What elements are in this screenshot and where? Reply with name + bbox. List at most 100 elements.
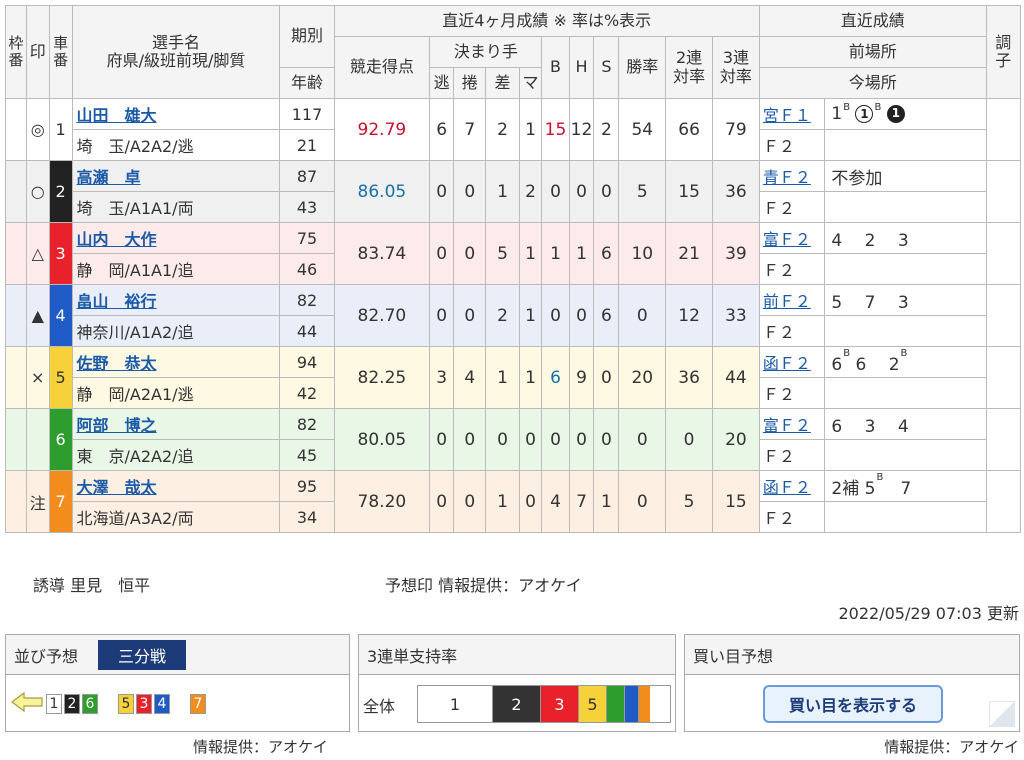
prev-venue-cell: 函Ｆ２ xyxy=(758,470,826,502)
line-prediction-box: 並び予想 三分戦 1265347 xyxy=(5,634,350,732)
recent-result-text: 5 7 3 xyxy=(831,292,909,313)
ren2-rate: 5 xyxy=(665,470,713,533)
prev-venue-link[interactable]: 富Ｆ２ xyxy=(763,230,811,249)
line-car-number: 1 xyxy=(46,694,62,714)
recent-result-2: 6 xyxy=(855,354,867,375)
recent-result-text: 1 xyxy=(831,104,843,124)
kimarite-k2: 0 xyxy=(453,222,487,285)
rider-rows: ◎ 1 山田 雄大 117 92.79 6 7 2 1 15 12 2 54 66 79 宮Ｆ１ 1B 1B 1… xyxy=(5,98,1022,533)
col-car: 車 番 xyxy=(48,5,73,99)
col-recent4: 直近4ヶ月成績 ※ 率は%表示 xyxy=(333,5,760,37)
prev-venue-link[interactable]: 函Ｆ２ xyxy=(763,478,811,497)
bet-prediction-title: 買い目予想 xyxy=(693,646,774,666)
support-segment xyxy=(624,686,638,722)
term-cell: 87 xyxy=(279,160,335,192)
support-segment: 3 xyxy=(540,686,578,722)
rider-name-link[interactable]: 大澤 哉太 xyxy=(77,478,157,497)
rider-name-cell: 阿部 博之 xyxy=(71,408,281,440)
mark-cell: ▲ xyxy=(25,284,50,347)
frame-cell xyxy=(5,222,27,285)
rider-name-link[interactable]: 高瀬 卓 xyxy=(77,168,141,187)
show-bets-button[interactable]: 買い目を表示する xyxy=(763,685,943,723)
ren2-rate: 36 xyxy=(665,346,713,409)
score-cell: 82.70 xyxy=(333,284,431,347)
kimarite-k3: 0 xyxy=(485,408,520,471)
page-curl-icon xyxy=(989,701,1015,727)
h-count: 7 xyxy=(568,470,595,533)
ren2-rate: 66 xyxy=(665,98,713,161)
kimarite-k3: 5 xyxy=(485,222,520,285)
col-recent: 直近成績 xyxy=(758,5,987,37)
this-venue-cell: Ｆ２ xyxy=(758,439,826,471)
s-count: 2 xyxy=(593,98,620,161)
rider-name-cell: 畠山 裕行 xyxy=(71,284,281,316)
ren3-rate: 79 xyxy=(711,98,760,161)
car-number: 3 xyxy=(48,222,73,285)
col-this-venue: 今場所 xyxy=(758,67,987,99)
this-venue-cell: Ｆ２ xyxy=(758,315,826,347)
recent-results: 4 2 3 xyxy=(824,222,987,254)
age-cell: 42 xyxy=(279,377,335,409)
recent-result-3: 2 xyxy=(888,354,900,375)
this-venue-cell: Ｆ２ xyxy=(758,253,826,285)
line-groups: 1265347 xyxy=(10,691,226,717)
s-count: 0 xyxy=(593,346,620,409)
this-venue-cell: Ｆ２ xyxy=(758,129,826,161)
s-count: 0 xyxy=(593,408,620,471)
rider-name-cell: 大澤 哉太 xyxy=(71,470,281,502)
rider-row: ◎ 1 山田 雄大 117 92.79 6 7 2 1 15 12 2 54 66 79 宮Ｆ１ 1B 1B 1 xyxy=(5,98,1022,161)
page: 枠 番 印 車 番 選手名 府県/級班前現/脚質 期別 直近4ヶ月成績 ※ 率は%… xyxy=(0,0,1024,760)
condition-cell xyxy=(985,470,1022,533)
line-car-number: 3 xyxy=(136,694,152,714)
prev-venue-link[interactable]: 前Ｆ２ xyxy=(763,292,811,311)
car-number: 5 xyxy=(48,346,73,409)
this-venue-results xyxy=(824,377,987,409)
kimarite-k3: 2 xyxy=(485,284,520,347)
rider-name-cell: 高瀬 卓 xyxy=(71,160,281,192)
support-rate-label: 全体 xyxy=(363,697,396,716)
prev-venue-link[interactable]: 函Ｆ２ xyxy=(763,354,811,373)
win-rate: 54 xyxy=(618,98,667,161)
col-h: H xyxy=(568,36,595,99)
line-car-number: 2 xyxy=(64,694,80,714)
kimarite-k1: 6 xyxy=(429,98,455,161)
kimarite-k1: 0 xyxy=(429,160,455,223)
kimarite-k2: 0 xyxy=(453,284,487,347)
age-cell: 44 xyxy=(279,315,335,347)
this-venue-cell: Ｆ２ xyxy=(758,501,826,533)
prev-venue-link[interactable]: 宮Ｆ１ xyxy=(763,106,811,125)
age-cell: 21 xyxy=(279,129,335,161)
age-cell: 43 xyxy=(279,191,335,223)
line-group: 534 xyxy=(118,694,170,714)
rider-name-link[interactable]: 阿部 博之 xyxy=(77,416,157,435)
b-count: 0 xyxy=(541,284,570,347)
rider-name-link[interactable]: 山内 大作 xyxy=(77,230,157,249)
ren2-rate: 12 xyxy=(665,284,713,347)
col-ren2: 2連 対率 xyxy=(665,36,713,99)
prev-venue-link[interactable]: 富Ｆ２ xyxy=(763,416,811,435)
kimarite-k4: 1 xyxy=(518,222,543,285)
col-prev-venue: 前場所 xyxy=(758,36,987,68)
this-venue-results xyxy=(824,315,987,347)
rider-name-link[interactable]: 畠山 裕行 xyxy=(77,292,157,311)
b-count: 1 xyxy=(541,222,570,285)
rider-name-link[interactable]: 佐野 恭太 xyxy=(77,354,157,373)
support-segment xyxy=(606,686,624,722)
recent-results: 6B 6 2B xyxy=(824,346,987,378)
age-cell: 46 xyxy=(279,253,335,285)
line-group: 126 xyxy=(46,694,98,714)
ren3-rate: 39 xyxy=(711,222,760,285)
mark-cell: ◎ xyxy=(25,98,50,161)
prev-venue-cell: 富Ｆ２ xyxy=(758,408,826,440)
kimarite-k1: 0 xyxy=(429,222,455,285)
score-cell: 80.05 xyxy=(333,408,431,471)
rider-name-link[interactable]: 山田 雄大 xyxy=(77,106,157,125)
prev-venue-link[interactable]: 青Ｆ２ xyxy=(763,168,811,187)
frame-cell xyxy=(5,470,27,533)
rider-pref-class: 埼 玉/A1A1/両 xyxy=(71,191,281,223)
col-rider-title: 選手名 xyxy=(152,32,201,52)
entry-table: 枠 番 印 車 番 選手名 府県/級班前現/脚質 期別 直近4ヶ月成績 ※ 率は%… xyxy=(5,5,1022,533)
ren2-rate: 0 xyxy=(665,408,713,471)
prev-venue-cell: 前Ｆ２ xyxy=(758,284,826,316)
ren2-rate: 21 xyxy=(665,222,713,285)
